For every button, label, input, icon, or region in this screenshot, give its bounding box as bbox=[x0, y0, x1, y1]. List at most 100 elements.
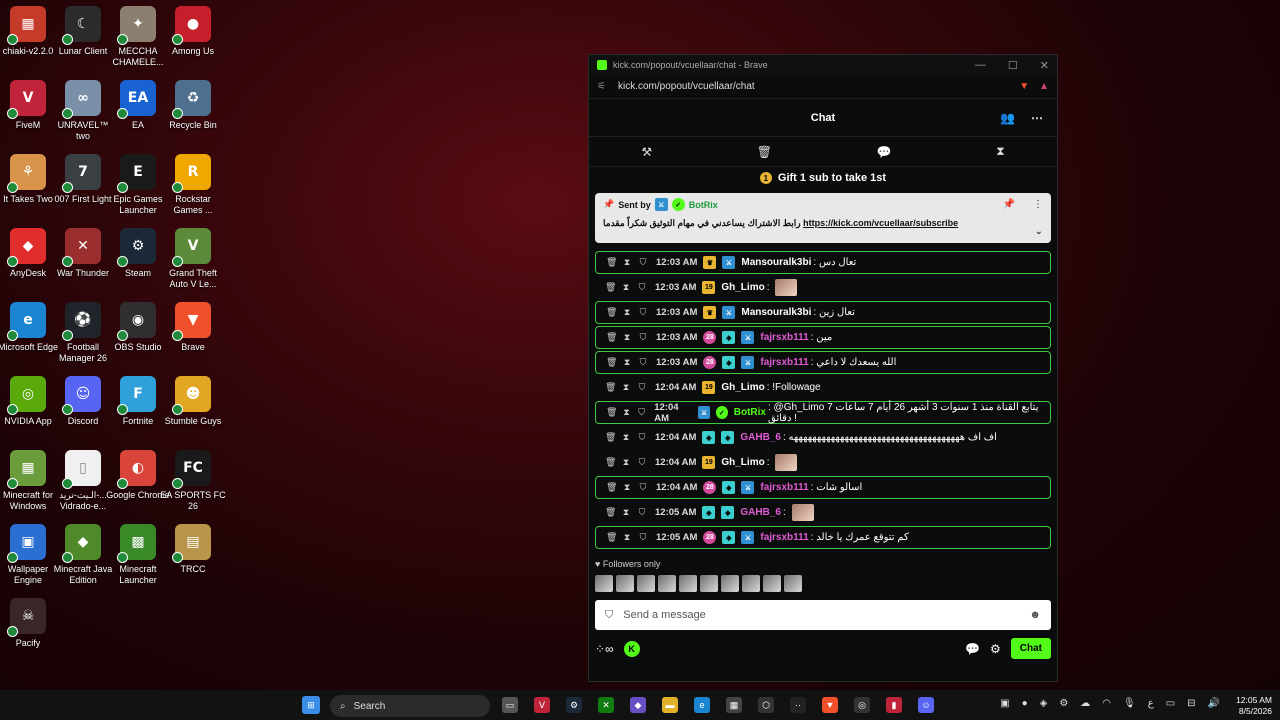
taskbar-steam-icon[interactable]: ⚙ bbox=[566, 697, 582, 713]
taskbar-xbox-icon[interactable]: ✕ bbox=[598, 697, 614, 713]
emote[interactable] bbox=[763, 575, 781, 592]
ban-icon[interactable]: ⛉ bbox=[637, 432, 647, 443]
minimize-button[interactable]: — bbox=[975, 59, 986, 72]
url-text[interactable]: kick.com/popout/vcuellaar/chat bbox=[618, 81, 755, 92]
ban-icon[interactable]: ⛉ bbox=[638, 357, 648, 368]
tray-icon[interactable]: ☁ bbox=[1080, 698, 1090, 709]
task-view-icon[interactable]: ▭ bbox=[502, 697, 518, 713]
tray-icon[interactable]: ◈ bbox=[1040, 698, 1048, 709]
emote[interactable] bbox=[742, 575, 760, 592]
desktop-icon[interactable]: ● Among Us bbox=[160, 6, 226, 76]
delete-message-icon[interactable]: 🗑 bbox=[605, 432, 616, 443]
message-username[interactable]: Gh_Limo bbox=[721, 282, 764, 293]
users-icon[interactable]: 👥 bbox=[1000, 111, 1015, 125]
timeout-icon[interactable]: ⧗ bbox=[621, 432, 631, 443]
delete-message-icon[interactable]: 🗑 bbox=[606, 257, 617, 268]
site-settings-icon[interactable]: ⚟ bbox=[597, 81, 606, 92]
message-username[interactable]: Gh_Limo bbox=[721, 457, 764, 468]
ban-icon[interactable]: ⛉ bbox=[637, 282, 647, 293]
taskbar-app-icon[interactable]: ◆ bbox=[630, 697, 646, 713]
ban-hammer-icon[interactable]: ⚒ bbox=[641, 145, 652, 159]
message-username[interactable]: fajrsxb111 bbox=[760, 357, 808, 368]
clock[interactable]: 12:05 AM 8/5/2026 bbox=[1236, 695, 1272, 717]
taskbar-app4-icon[interactable]: ◎ bbox=[854, 697, 870, 713]
delete-message-icon[interactable]: 🗑 bbox=[605, 457, 616, 468]
chat-message[interactable]: 🗑 ⧗ ⛉ 12:03 AM 28 ◈ ⚔ fajrsxb111: مين bbox=[595, 326, 1051, 349]
ban-icon[interactable]: ⛉ bbox=[637, 382, 647, 393]
network-icon[interactable]: ⊟ bbox=[1187, 698, 1195, 709]
taskbar-fivem-icon[interactable]: Ⅴ bbox=[534, 697, 550, 713]
chat-bubble-small-icon[interactable]: 💬 bbox=[965, 642, 980, 656]
emote[interactable] bbox=[679, 575, 697, 592]
message-username[interactable]: fajrsxb111 bbox=[760, 332, 808, 343]
timeout-icon[interactable]: ⧗ bbox=[622, 357, 632, 368]
desktop-icon[interactable]: ▤ TRCC bbox=[160, 524, 226, 594]
chat-message[interactable]: 🗑 ⧗ ⛉ 12:04 AM 19 Gh_Limo: !Followage bbox=[595, 376, 1051, 399]
delete-message-icon[interactable]: 🗑 bbox=[606, 307, 617, 318]
emote[interactable] bbox=[637, 575, 655, 592]
chat-message[interactable]: 🗑 ⧗ ⛉ 12:04 AM 19 Gh_Limo: bbox=[595, 451, 1051, 474]
delete-message-icon[interactable]: 🗑 bbox=[606, 482, 617, 493]
timeout-icon[interactable]: ⧗ bbox=[622, 407, 631, 418]
timeout-icon[interactable]: ⧗ bbox=[622, 482, 632, 493]
taskbar-brave-icon[interactable]: ▼ bbox=[822, 697, 838, 713]
message-username[interactable]: GAHB_6 bbox=[740, 507, 781, 518]
brave-rewards-icon[interactable]: ▲ bbox=[1039, 81, 1049, 92]
desktop-icon[interactable]: V Grand Theft Auto V Le... bbox=[160, 228, 226, 298]
timeout-icon[interactable]: ⧗ bbox=[622, 532, 632, 543]
tray-icon[interactable]: ⚙ bbox=[1059, 698, 1068, 709]
taskbar-app2-icon[interactable]: ⬡ bbox=[758, 697, 774, 713]
ban-icon[interactable]: ⛉ bbox=[638, 482, 648, 493]
timeout-icon[interactable]: ⧗ bbox=[622, 307, 632, 318]
chat-bubble-icon[interactable]: 💬 bbox=[877, 145, 892, 159]
message-username[interactable]: Gh_Limo bbox=[721, 382, 764, 393]
message-username[interactable]: fajrsxb111 bbox=[760, 482, 808, 493]
desktop-icon[interactable]: ☠ Pacify bbox=[0, 598, 61, 668]
windows-start-icon[interactable]: ⊞ bbox=[302, 696, 320, 714]
display-icon[interactable]: ▭ bbox=[1166, 698, 1175, 709]
delete-message-icon[interactable]: 🗑 bbox=[605, 282, 616, 293]
chat-message[interactable]: 🗑 ⧗ ⛉ 12:05 AM 28 ◈ ⚔ fajrsxb111: كم تتوقع عمرك… bbox=[595, 526, 1051, 549]
timeout-icon[interactable]: ⧗ bbox=[621, 507, 631, 518]
emote[interactable] bbox=[658, 575, 676, 592]
settings-gear-icon[interactable]: ⚙ bbox=[990, 642, 1001, 656]
message-username[interactable]: Mansouralk3bi bbox=[741, 257, 811, 268]
taskbar-search[interactable]: ⌕ Search bbox=[330, 695, 490, 717]
chat-message[interactable]: 🗑 ⧗ ⛉ 12:04 AM ⚔ ✓ BotRix: @Gh_Limo يتابع القن… bbox=[595, 401, 1051, 424]
chat-message[interactable]: 🗑 ⧗ ⛉ 12:05 AM ◈ ◈ GAHB_6: bbox=[595, 501, 1051, 524]
chat-message[interactable]: 🗑 ⧗ ⛉ 12:03 AM ♛ ⚔ Mansouralk3bi: تعال زين bbox=[595, 301, 1051, 324]
emoji-icon[interactable]: ☻ bbox=[1029, 609, 1041, 621]
chat-message[interactable]: 🗑 ⧗ ⛉ 12:03 AM 19 Gh_Limo: bbox=[595, 276, 1051, 299]
delete-message-icon[interactable]: 🗑 bbox=[605, 507, 616, 518]
emote[interactable] bbox=[616, 575, 634, 592]
emote[interactable] bbox=[784, 575, 802, 592]
desktop-icon[interactable]: R Rockstar Games ... bbox=[160, 154, 226, 224]
store-icon[interactable]: ▦ bbox=[726, 697, 742, 713]
delete-message-icon[interactable]: 🗑 bbox=[606, 332, 617, 343]
ban-icon[interactable]: ⛉ bbox=[638, 332, 648, 343]
taskbar-app3-icon[interactable]: ·· bbox=[790, 697, 806, 713]
more-options-icon[interactable]: ⋯ bbox=[1031, 111, 1043, 125]
taskbar-edge-icon[interactable]: e bbox=[694, 697, 710, 713]
chevron-down-icon[interactable]: ⌄ bbox=[1035, 226, 1043, 237]
emote[interactable] bbox=[700, 575, 718, 592]
chat-message[interactable]: 🗑 ⧗ ⛉ 12:04 AM ◈ ◈ GAHB_6: اف اف ههههههههههههه… bbox=[595, 426, 1051, 449]
volume-icon[interactable]: 🔊 bbox=[1208, 698, 1220, 709]
gift-sub-banner[interactable]: 1 Gift 1 sub to take 1st bbox=[589, 167, 1057, 189]
delete-message-icon[interactable]: 🗑 bbox=[605, 382, 616, 393]
chat-message[interactable]: 🗑 ⧗ ⛉ 12:03 AM 28 ◈ ⚔ fajrsxb111: الله يسعدك لا… bbox=[595, 351, 1051, 374]
kick-badge-icon[interactable]: K bbox=[623, 640, 640, 657]
chat-message[interactable]: 🗑 ⧗ ⛉ 12:04 AM 28 ◈ ⚔ fajrsxb111: اسالو شات bbox=[595, 476, 1051, 499]
taskbar-discord-icon[interactable]: ☺ bbox=[918, 697, 934, 713]
tray-icon[interactable]: ● bbox=[1022, 698, 1028, 709]
timeout-icon[interactable]: ⧗ bbox=[622, 257, 632, 268]
unpin-icon[interactable]: 📌 bbox=[1003, 199, 1015, 210]
message-username[interactable]: Mansouralk3bi bbox=[741, 307, 811, 318]
message-username[interactable]: fajrsxb111 bbox=[760, 532, 808, 543]
delete-message-icon[interactable]: 🗑 bbox=[606, 357, 617, 368]
brave-shields-icon[interactable]: ▼ bbox=[1019, 81, 1029, 92]
timeout-icon[interactable]: ⧗ bbox=[621, 382, 631, 393]
message-username[interactable]: GAHB_6 bbox=[740, 432, 781, 443]
message-placeholder[interactable]: Send a message bbox=[623, 609, 706, 621]
pinned-sender[interactable]: BotRix bbox=[689, 200, 718, 210]
